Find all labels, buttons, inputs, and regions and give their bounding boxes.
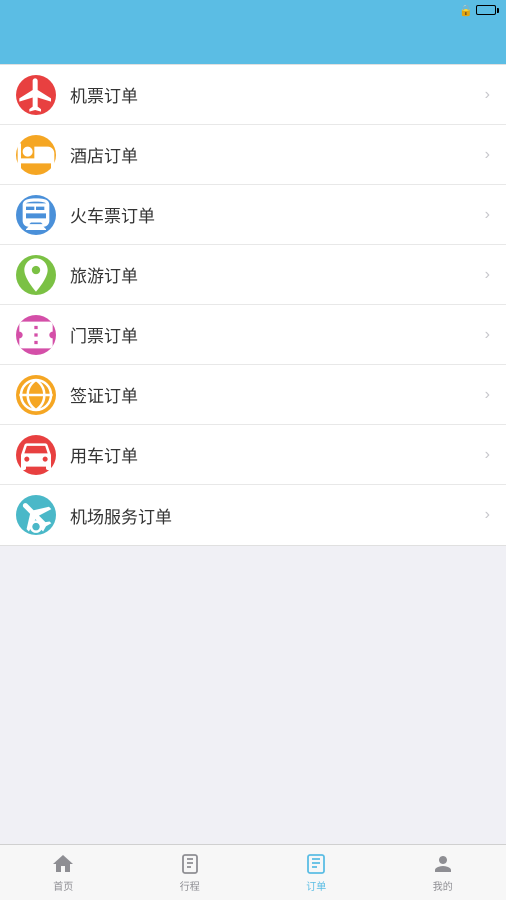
tab-bar: 首页 行程 订单 我的 <box>0 844 506 900</box>
airport-label: 机场服务订单 <box>70 503 485 528</box>
list-item-visa[interactable]: 签证订单 › <box>0 365 506 425</box>
chevron-icon: › <box>485 506 490 524</box>
list-item-airport[interactable]: 机场服务订单 › <box>0 485 506 545</box>
car-icon <box>16 435 56 475</box>
hotel-icon <box>16 135 56 175</box>
orders-tab-icon <box>304 852 328 876</box>
tab-home[interactable]: 首页 <box>0 845 127 900</box>
battery-indicator: 🔒 <box>459 4 496 17</box>
order-list: 机票订单 › 酒店订单 › 火车票订单 › 旅游订单 › 门票订单 › 签证订单… <box>0 64 506 546</box>
hotel-label: 酒店订单 <box>70 142 485 167</box>
list-item-train[interactable]: 火车票订单 › <box>0 185 506 245</box>
itinerary-tab-label: 行程 <box>180 878 200 893</box>
battery-icon <box>476 5 496 15</box>
train-label: 火车票订单 <box>70 202 485 227</box>
chevron-icon: › <box>485 326 490 344</box>
list-item-ticket[interactable]: 门票订单 › <box>0 305 506 365</box>
tab-orders[interactable]: 订单 <box>253 845 380 900</box>
chevron-icon: › <box>485 266 490 284</box>
lock-icon: 🔒 <box>459 4 473 17</box>
home-tab-label: 首页 <box>53 878 73 893</box>
chevron-icon: › <box>485 206 490 224</box>
chevron-icon: › <box>485 146 490 164</box>
chevron-icon: › <box>485 446 490 464</box>
tab-itinerary[interactable]: 行程 <box>127 845 254 900</box>
home-tab-icon <box>51 852 75 876</box>
header <box>0 20 506 64</box>
tour-icon <box>16 255 56 295</box>
chevron-icon: › <box>485 386 490 404</box>
list-item-flight[interactable]: 机票订单 › <box>0 65 506 125</box>
flight-label: 机票订单 <box>70 82 485 107</box>
list-item-hotel[interactable]: 酒店订单 › <box>0 125 506 185</box>
ticket-label: 门票订单 <box>70 322 485 347</box>
empty-area <box>0 546 506 766</box>
mine-tab-label: 我的 <box>433 878 453 893</box>
itinerary-tab-icon <box>178 852 202 876</box>
list-item-car[interactable]: 用车订单 › <box>0 425 506 485</box>
ticket-icon <box>16 315 56 355</box>
status-bar: 🔒 <box>0 0 506 20</box>
flight-icon <box>16 75 56 115</box>
chevron-icon: › <box>485 86 490 104</box>
mine-tab-icon <box>431 852 455 876</box>
train-icon <box>16 195 56 235</box>
visa-icon <box>16 375 56 415</box>
orders-tab-label: 订单 <box>306 878 326 893</box>
car-label: 用车订单 <box>70 442 485 467</box>
tab-mine[interactable]: 我的 <box>380 845 506 900</box>
airport-icon <box>16 495 56 535</box>
visa-label: 签证订单 <box>70 382 485 407</box>
tour-label: 旅游订单 <box>70 262 485 287</box>
list-item-tour[interactable]: 旅游订单 › <box>0 245 506 305</box>
